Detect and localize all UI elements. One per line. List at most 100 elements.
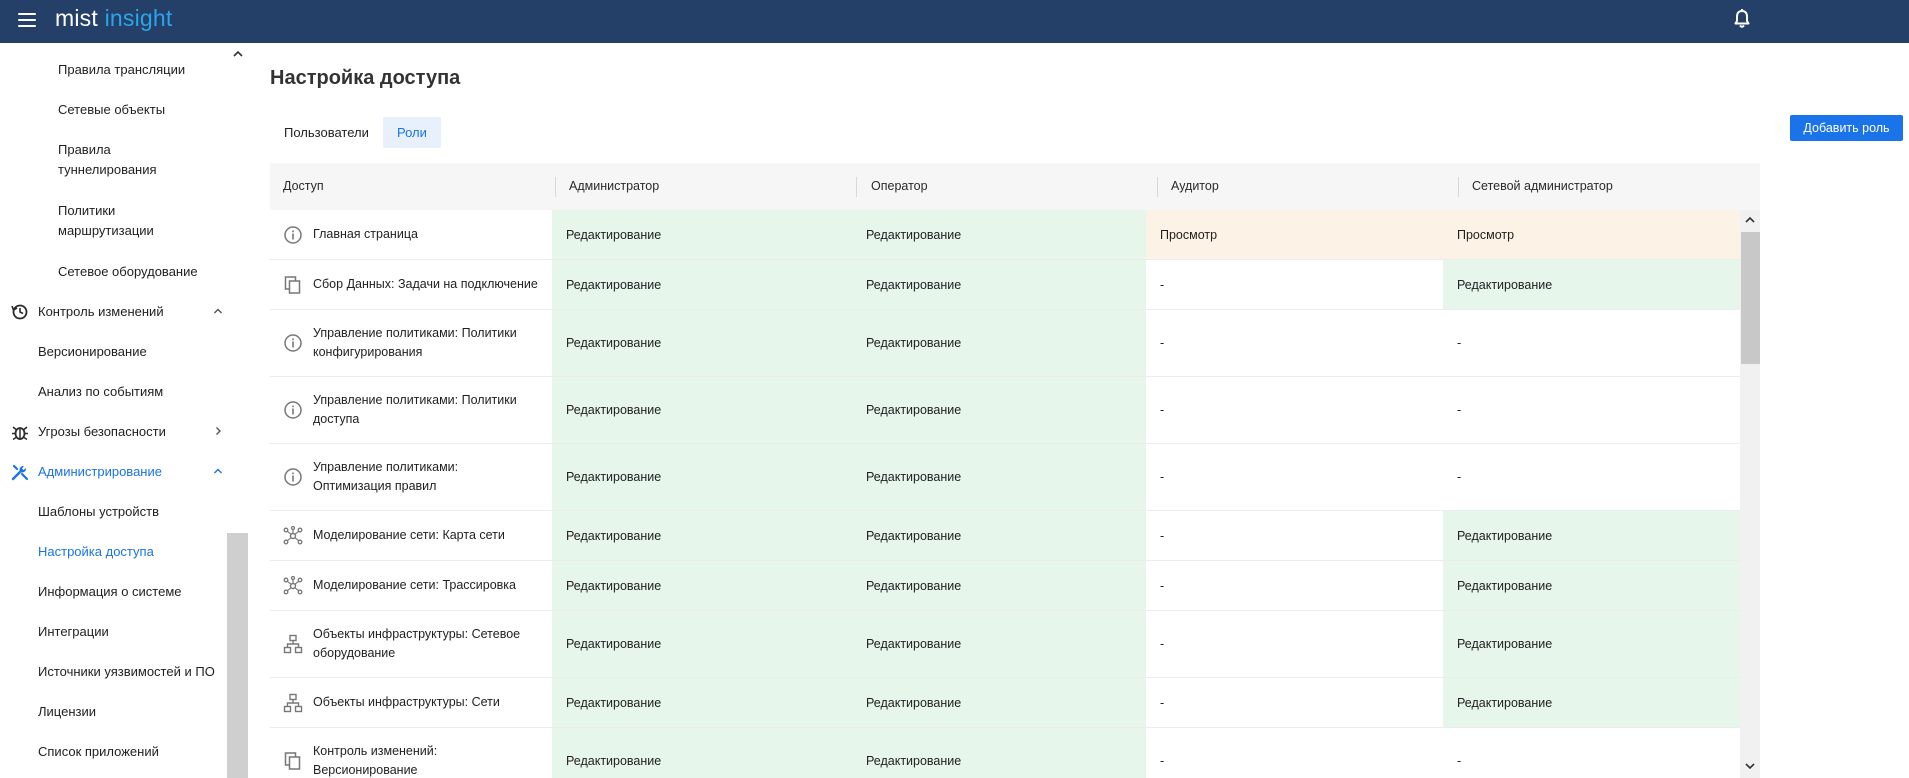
copy-icon [284, 752, 301, 770]
network-admin-permission[interactable]: Просмотр [1443, 210, 1740, 259]
column-header-network-admin[interactable]: Сетевой администратор [1472, 163, 1613, 210]
auditor-permission[interactable]: - [1146, 728, 1443, 778]
admin-permission[interactable]: Редактирование [552, 611, 849, 677]
table-row[interactable]: Моделирование сети: Карта сети Редактиро… [270, 511, 1740, 561]
sidebar-item-vulnerability-sources[interactable]: Источники уязвимостей и ПО [0, 662, 227, 682]
top-bar: mist insight [0, 0, 1909, 43]
sidebar-item-licenses[interactable]: Лицензии [0, 702, 227, 722]
auditor-permission[interactable]: - [1146, 444, 1443, 510]
auditor-permission[interactable]: - [1146, 561, 1443, 610]
sidebar-item-routing-policies[interactable]: Политики маршрутизации [0, 201, 160, 241]
table-scroll-thumb[interactable] [1741, 232, 1760, 364]
chevron-up-icon[interactable] [1744, 215, 1756, 225]
sidebar-item-translation-rules[interactable]: Правила трансляции [0, 60, 227, 80]
admin-permission[interactable]: Редактирование [552, 377, 849, 443]
tab-users[interactable]: Пользователи [270, 117, 383, 148]
admin-permission[interactable]: Редактирование [552, 561, 849, 610]
menu-icon[interactable] [18, 13, 36, 28]
admin-permission[interactable]: Редактирование [552, 444, 849, 510]
bell-icon[interactable] [1733, 9, 1751, 29]
table-row[interactable]: Управление политиками: Оптимизация прави… [270, 444, 1740, 511]
column-header-auditor[interactable]: Аудитор [1171, 163, 1219, 210]
chevron-up-icon[interactable] [232, 49, 244, 59]
sidebar-group-change-control[interactable]: Контроль изменений [0, 302, 227, 322]
access-cell: Управление политиками: Оптимизация прави… [270, 444, 552, 510]
hierarchy-icon [283, 693, 303, 712]
sidebar-group-security-threats[interactable]: Угрозы безопасности [0, 422, 227, 442]
auditor-permission[interactable]: - [1146, 511, 1443, 560]
operator-permission[interactable]: Редактирование [849, 444, 1146, 510]
auditor-permission[interactable]: - [1146, 377, 1443, 443]
column-header-administrator[interactable]: Администратор [569, 163, 659, 210]
network-admin-permission[interactable]: - [1443, 377, 1740, 443]
network-admin-permission[interactable]: Редактирование [1443, 678, 1740, 727]
operator-permission[interactable]: Редактирование [849, 377, 1146, 443]
auditor-permission[interactable]: - [1146, 678, 1443, 727]
table-row[interactable]: Моделирование сети: Трассировка Редактир… [270, 561, 1740, 611]
operator-permission[interactable]: Редактирование [849, 210, 1146, 259]
auditor-permission[interactable]: Просмотр [1146, 210, 1443, 259]
network-admin-permission[interactable]: - [1443, 728, 1740, 778]
tab-roles[interactable]: Роли [383, 117, 441, 148]
sidebar-item-system-info[interactable]: Информация о системе [0, 582, 227, 602]
operator-permission[interactable]: Редактирование [849, 561, 1146, 610]
table-row[interactable]: Управление политиками: Политики конфигур… [270, 310, 1740, 377]
admin-permission[interactable]: Редактирование [552, 678, 849, 727]
network-admin-permission[interactable]: Редактирование [1443, 561, 1740, 610]
auditor-permission[interactable]: - [1146, 611, 1443, 677]
column-divider [555, 177, 556, 197]
sidebar-scroll-thumb[interactable] [227, 533, 248, 778]
sidebar-item-tunneling-rules[interactable]: Правила туннелирования [0, 140, 160, 180]
table-row[interactable]: Объекты инфраструктуры: Сетевое оборудов… [270, 611, 1740, 678]
table-row[interactable]: Объекты инфраструктуры: Сети Редактирова… [270, 678, 1740, 728]
admin-permission[interactable]: Редактирование [552, 260, 849, 309]
admin-permission[interactable]: Редактирование [552, 310, 849, 376]
operator-permission[interactable]: Редактирование [849, 511, 1146, 560]
admin-permission[interactable]: Редактирование [552, 210, 849, 259]
add-role-button[interactable]: Добавить роль [1790, 115, 1903, 141]
table-row[interactable]: Главная страница Редактирование Редактир… [270, 210, 1740, 260]
brand-logo[interactable]: mist insight [55, 4, 172, 32]
network-admin-permission[interactable]: - [1443, 444, 1740, 510]
sidebar-group-administration[interactable]: Администрирование [0, 462, 227, 482]
sidebar-item-access-settings[interactable]: Настройка доступа [0, 542, 227, 562]
admin-permission[interactable]: Редактирование [552, 728, 849, 778]
access-label: Контроль изменений: Версионирование [313, 744, 438, 777]
operator-permission[interactable]: Редактирование [849, 678, 1146, 727]
sidebar-item-event-analysis[interactable]: Анализ по событиям [0, 382, 227, 402]
auditor-permission[interactable]: - [1146, 310, 1443, 376]
operator-permission[interactable]: Редактирование [849, 260, 1146, 309]
column-divider [1157, 177, 1158, 197]
auditor-permission[interactable]: - [1146, 260, 1443, 309]
access-cell: Контроль изменений: Версионирование [270, 728, 552, 778]
chevron-up-icon [214, 468, 222, 474]
sidebar-item-app-list[interactable]: Список приложений [0, 742, 227, 762]
sidebar-item-integrations[interactable]: Интеграции [0, 622, 227, 642]
access-label: Главная страница [313, 227, 418, 241]
access-label: Управление политиками: Политики конфигур… [313, 326, 517, 359]
sidebar-item-network-objects[interactable]: Сетевые объекты [0, 100, 227, 120]
network-admin-permission[interactable]: Редактирование [1443, 260, 1740, 309]
sidebar-item-versioning[interactable]: Версионирование [0, 342, 227, 362]
operator-permission[interactable]: Редактирование [849, 611, 1146, 677]
operator-permission[interactable]: Редактирование [849, 310, 1146, 376]
column-header-access[interactable]: Доступ [283, 163, 324, 210]
access-label: Моделирование сети: Трассировка [313, 578, 517, 592]
access-label: Объекты инфраструктуры: Сети [313, 695, 500, 709]
chevron-down-icon[interactable] [1744, 761, 1756, 771]
access-label: Моделирование сети: Карта сети [313, 528, 505, 542]
operator-permission[interactable]: Редактирование [849, 728, 1146, 778]
network-admin-permission[interactable]: Редактирование [1443, 611, 1740, 677]
info-icon [284, 334, 302, 352]
table-row[interactable]: Контроль изменений: Версионирование Реда… [270, 728, 1740, 778]
sidebar-item-network-equipment[interactable]: Сетевое оборудование [0, 262, 227, 282]
network-admin-permission[interactable]: - [1443, 310, 1740, 376]
admin-permission[interactable]: Редактирование [552, 511, 849, 560]
network-admin-permission[interactable]: Редактирование [1443, 511, 1740, 560]
sidebar-item-device-templates[interactable]: Шаблоны устройств [0, 502, 227, 522]
table-row[interactable]: Сбор Данных: Задачи на подключение Редак… [270, 260, 1740, 310]
table-row[interactable]: Управление политиками: Политики доступа … [270, 377, 1740, 444]
chevron-up-icon [214, 308, 222, 314]
chevron-right-icon [216, 427, 221, 435]
column-header-operator[interactable]: Оператор [871, 163, 928, 210]
